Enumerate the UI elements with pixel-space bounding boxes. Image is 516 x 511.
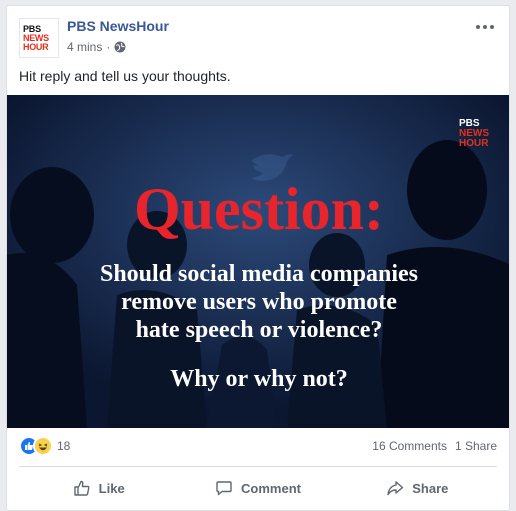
post-actions: Like Comment Share — [19, 472, 497, 504]
comments-count-link[interactable]: 16 Comments — [372, 439, 447, 453]
more-options-button[interactable] — [473, 18, 497, 36]
media-body-line: hate speech or violence? — [135, 317, 383, 343]
media-body-line: Should social media companies — [99, 261, 419, 287]
more-dot — [483, 25, 487, 29]
comment-label: Comment — [241, 480, 301, 496]
globe-icon[interactable] — [114, 41, 126, 53]
page-name-link[interactable]: PBS NewsHour — [67, 18, 169, 34]
media-body-line: remove users who promote — [121, 289, 397, 315]
reaction-count: 18 — [57, 439, 71, 453]
avatar-logo-line3: HOUR — [23, 41, 49, 52]
meta-separator: · — [106, 40, 111, 54]
post-timestamp[interactable]: 4 mins — [67, 40, 102, 54]
reactions-summary[interactable]: 18 — [19, 436, 70, 456]
share-button[interactable]: Share — [338, 472, 497, 504]
post-image[interactable]: PBS NEWS HOUR Question: Should social me… — [7, 95, 509, 428]
actions-divider — [19, 466, 497, 467]
more-dot — [490, 25, 494, 29]
share-label: Share — [412, 480, 449, 496]
post-card: PBS NEWS HOUR PBS NewsHour 4 mins · Hit … — [6, 5, 510, 511]
media-pbs-logo: PBS NEWS HOUR — [459, 119, 489, 149]
more-dot — [476, 25, 480, 29]
post-header: PBS NEWS HOUR PBS NewsHour 4 mins · — [19, 18, 497, 62]
post-meta: 4 mins · — [67, 40, 126, 54]
shares-count-link[interactable]: 1 Share — [455, 439, 497, 453]
haha-reaction-icon — [33, 436, 53, 456]
post-caption: Hit reply and tell us your thoughts. — [19, 68, 231, 84]
like-button[interactable]: Like — [19, 472, 178, 504]
media-heading: Question: — [133, 176, 385, 242]
media-body-text: Should social media companies remove use… — [7, 260, 509, 344]
page-avatar[interactable]: PBS NEWS HOUR — [19, 18, 59, 58]
media-followup: Why or why not? — [170, 366, 348, 392]
comment-button[interactable]: Comment — [178, 472, 337, 504]
comment-icon — [216, 481, 232, 496]
thumbs-up-icon — [73, 480, 90, 496]
like-label: Like — [98, 480, 125, 496]
media-logo-line3: HOUR — [459, 138, 489, 149]
post-stats: 18 16 Comments 1 Share — [19, 435, 497, 457]
share-icon — [387, 481, 404, 496]
